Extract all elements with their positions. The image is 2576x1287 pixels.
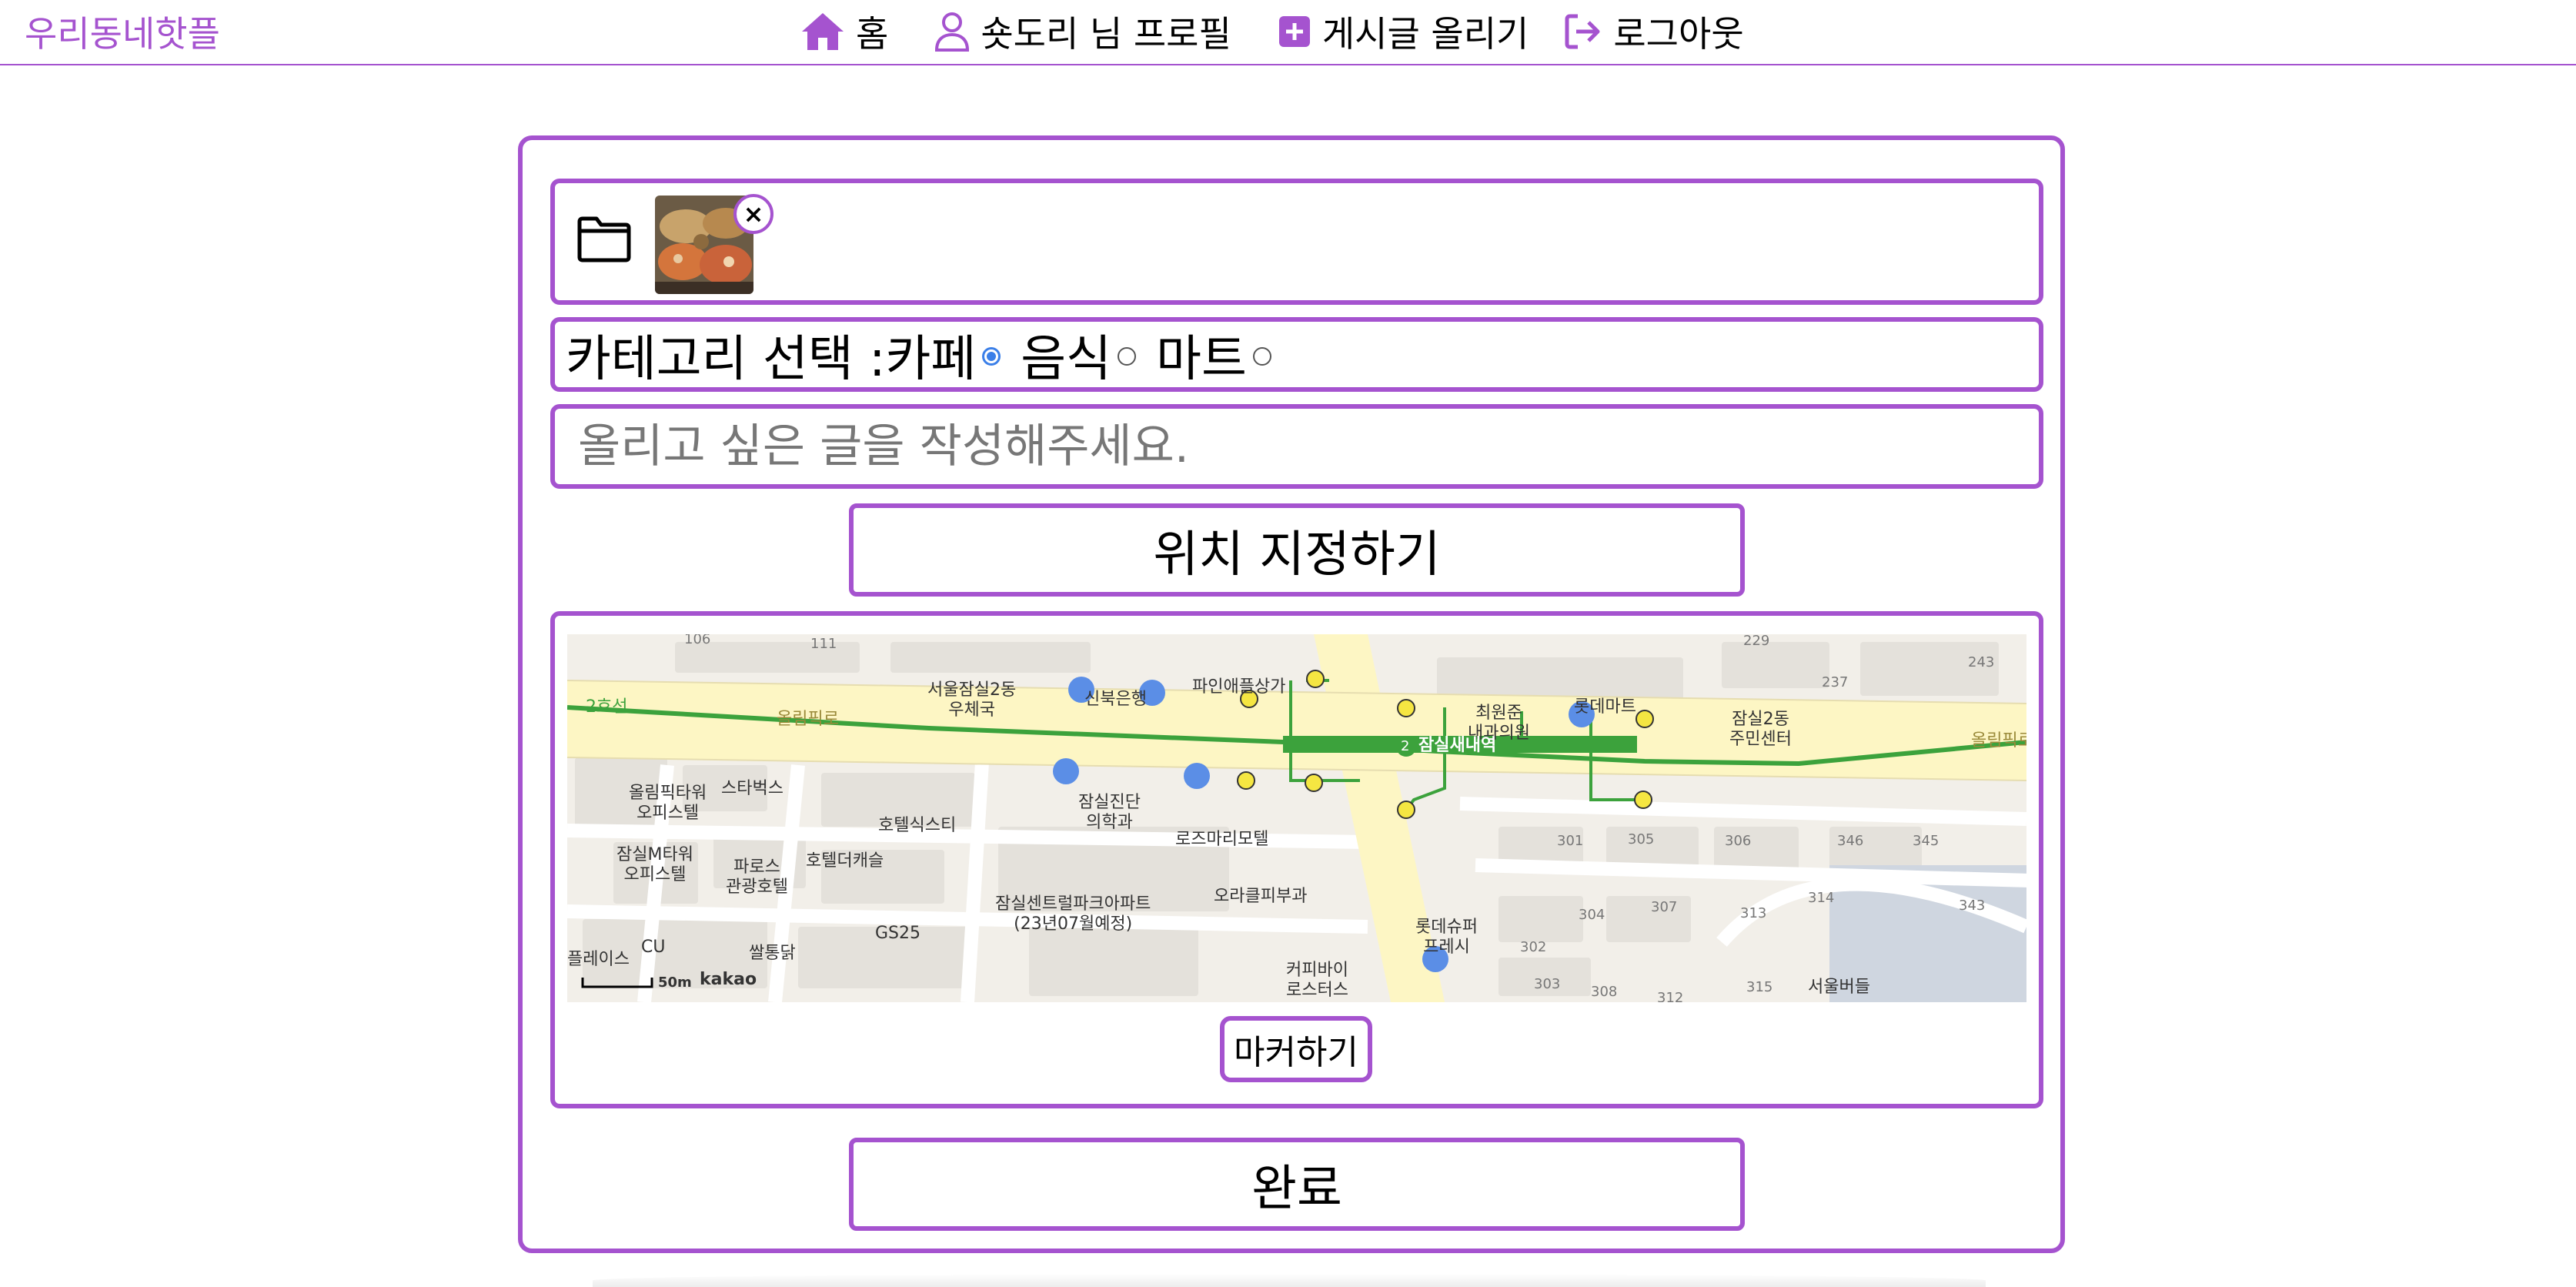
map-label-ssal: 쌀통닭: [749, 944, 796, 963]
done-button[interactable]: 완료: [849, 1138, 1745, 1231]
image-upload-area[interactable]: ×: [550, 179, 2043, 305]
category-label: 카테고리 선택 :: [566, 330, 886, 388]
map-label-seoul-bus: 서울버들: [1808, 978, 1870, 997]
nav-home-label: 홈: [856, 13, 889, 55]
map-label-243: 243: [1968, 654, 1995, 670]
map-label-post-office: 서울잠실2동 우체국: [927, 680, 1017, 720]
site-logo[interactable]: 우리동네핫플: [25, 6, 220, 57]
set-location-button[interactable]: 위치 지정하기: [849, 503, 1745, 597]
remove-image-icon[interactable]: ×: [733, 194, 773, 234]
map-label-station: 잠실새내역: [1418, 736, 1497, 755]
map-label-lotte-super: 롯데슈퍼 프레시: [1415, 918, 1478, 957]
map-label-hotel-dekazu: 호텔더캐슬: [806, 851, 884, 871]
map-label-313: 313: [1740, 905, 1767, 921]
map-label-scale: 50m: [658, 974, 692, 991]
user-icon: [935, 12, 970, 52]
nav-profile[interactable]: 숏도리 님 프로필: [934, 6, 1231, 57]
nav-post-label: 게시글 올리기: [1321, 13, 1529, 55]
map-label-m-tower: 잠실M타워 오피스텔: [616, 845, 693, 884]
map-label-station-badge: 2: [1401, 738, 1410, 754]
category-option-food-label: 음식: [1021, 330, 1112, 388]
map-label-237: 237: [1822, 674, 1849, 690]
map-label-paros: 파로스 관광호텔: [726, 857, 788, 897]
category-option-cafe-label: 카페: [885, 330, 977, 388]
map-label-345: 345: [1913, 833, 1940, 849]
map-label-cu: CU: [641, 938, 666, 957]
map-label-orakle: 오라클피부과: [1214, 887, 1308, 906]
nav-logout-label: 로그아웃: [1613, 13, 1744, 55]
nav-logout[interactable]: 로그아웃: [1564, 6, 1744, 57]
map-label-coffee: 커피바이 로스터스: [1286, 961, 1348, 1000]
map-label-apt: 잠실센트럴파크아파트 (23년07월예정): [995, 894, 1151, 934]
map-label-314: 314: [1808, 890, 1835, 906]
marker-button[interactable]: 마커하기: [1220, 1016, 1372, 1082]
map-label-olympic-road-right: 올림픽로: [1971, 731, 2026, 750]
map-label-106: 106: [684, 634, 711, 647]
map-label-302: 302: [1520, 939, 1547, 955]
category-radio-cafe[interactable]: [982, 346, 1001, 366]
map-label-304: 304: [1579, 907, 1605, 923]
top-navbar: 우리동네핫플 홈 숏도리 님 프로필 게시글 올리기 로그아웃: [0, 0, 2576, 65]
map-label-kakao: kakao: [700, 970, 757, 989]
category-radio-mart[interactable]: [1252, 346, 1271, 366]
nav-menu: 홈 숏도리 님 프로필 게시글 올리기 로그아웃: [800, 5, 1744, 58]
map-label-305: 305: [1628, 831, 1655, 847]
post-text-input[interactable]: [550, 404, 2043, 489]
map-label-343: 343: [1959, 898, 1986, 914]
map-label-community-center: 잠실2동 주민센터: [1729, 710, 1792, 749]
map-label-places: 플레이스: [567, 950, 630, 969]
category-option-mart-label: 마트: [1156, 330, 1247, 388]
category-selector: 카테고리 선택 : 카페 음식 마트: [550, 317, 2043, 392]
map-label-hotel-city: 호텔식스티: [878, 816, 957, 835]
map-label-gs25: GS25: [875, 924, 921, 943]
post-form-card: × 카테고리 선택 : 카페 음식 마트 위치 지정하기: [518, 135, 2065, 1253]
nav-profile-label: 숏도리 님 프로필: [981, 13, 1231, 55]
map-container: 2호선 올림픽로 올림픽로 서울잠실2동 우체국 신북은행 파인애플상가 최원준…: [550, 611, 2043, 1108]
map-label-306: 306: [1725, 833, 1752, 849]
map-label-315: 315: [1746, 979, 1773, 995]
map-label-starbucks: 스타벅스: [721, 779, 783, 798]
map-label-346: 346: [1837, 833, 1864, 849]
map-label-301: 301: [1557, 833, 1584, 849]
map-label-pine-mall: 파인애플상가: [1192, 677, 1286, 697]
map-label-olympic-road: 올림픽로: [777, 710, 839, 729]
folder-icon[interactable]: [576, 216, 632, 263]
kakao-map[interactable]: 2호선 올림픽로 올림픽로 서울잠실2동 우체국 신북은행 파인애플상가 최원준…: [567, 634, 2026, 1002]
map-label-307: 307: [1651, 899, 1678, 915]
map-label-312: 312: [1657, 990, 1684, 1002]
map-label-bank: 신북은행: [1084, 690, 1147, 709]
map-label-olympic-tower: 올림픽타워 오피스텔: [629, 784, 707, 823]
map-label-motel: 로즈마리모텔: [1175, 830, 1269, 849]
plus-square-icon: [1278, 16, 1310, 47]
map-label-line2: 2호선: [586, 697, 628, 717]
map-label-diagnosis: 잠실진단 의학과: [1078, 793, 1141, 832]
map-label-mart: 롯데마트: [1574, 697, 1636, 717]
logout-icon: [1565, 14, 1600, 49]
nav-home[interactable]: 홈: [800, 6, 888, 57]
map-label-303: 303: [1534, 976, 1561, 992]
nav-post[interactable]: 게시글 올리기: [1278, 6, 1529, 57]
page-bottom-shadow: [593, 1274, 1986, 1287]
home-icon: [802, 13, 844, 50]
map-label-111: 111: [810, 636, 837, 652]
category-radio-food[interactable]: [1118, 346, 1137, 366]
map-label-308: 308: [1591, 984, 1618, 1000]
map-label-229: 229: [1743, 634, 1770, 649]
